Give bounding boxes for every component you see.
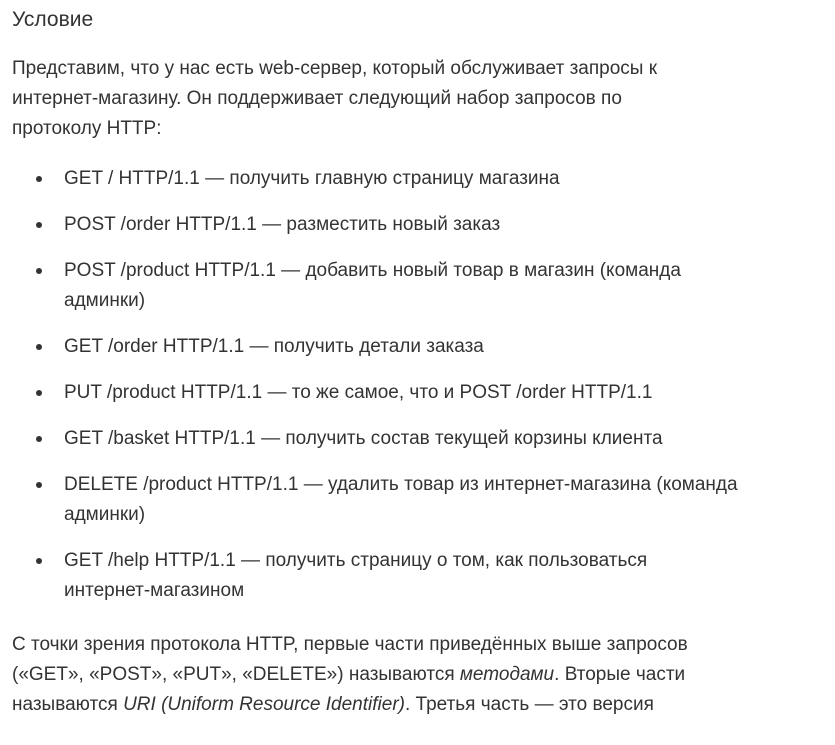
outro-text: называются [12,694,124,715]
list-item-text: админки) [64,504,146,525]
intro-line: протоколу HTTP: [12,118,162,139]
term-methods: методами [459,664,555,685]
list-item-text: GET /help HTTP/1.1 — получить страницу о… [64,550,648,571]
bullet-icon [36,390,42,396]
bullet-icon [36,558,42,564]
list-item-text: POST /product HTTP/1.1 — добавить новый … [64,260,681,281]
bullet-icon [36,176,42,182]
list-item-text: POST /order HTTP/1.1 — разместить новый … [64,214,501,235]
outro-line: («GET», «POST», «PUT», «DELETE») называю… [12,660,835,690]
list-item-delete-product: DELETE /product HTTP/1.1 — удалить товар… [12,470,835,530]
list-item-text: DELETE /product HTTP/1.1 — удалить товар… [64,474,738,495]
list-item-post-order: POST /order HTTP/1.1 — разместить новый … [12,210,835,240]
list-item-get-basket: GET /basket HTTP/1.1 — получить состав т… [12,424,835,454]
list-item-get-help: GET /help HTTP/1.1 — получить страницу о… [12,546,835,606]
section-heading: Условие [12,8,94,31]
bullet-icon [36,482,42,488]
list-item-text: PUT /product HTTP/1.1 — то же самое, что… [64,382,653,403]
list-item-get-root: GET / HTTP/1.1 — получить главную страни… [12,164,835,194]
bullet-icon [36,344,42,350]
bullet-icon [36,268,42,274]
list-item-text: GET /basket HTTP/1.1 — получить состав т… [64,428,663,449]
outro-line: С точки зрения протокола HTTP, первые ча… [12,634,688,655]
outro-line: называются URI (Uniform Resource Identif… [12,690,835,720]
term-uri: URI (Uniform Resource Identifier) [123,694,405,715]
outro-paragraph: С точки зрения протокола HTTP, первые ча… [12,630,835,720]
list-item-text: админки) [64,290,146,311]
list-item-text: GET /order HTTP/1.1 — получить детали за… [64,336,484,357]
request-list: GET / HTTP/1.1 — получить главную страни… [12,164,835,606]
intro-line: интернет-магазину. Он поддерживает следу… [12,88,622,109]
outro-text: . Третья часть — это версия [404,694,654,715]
intro-line: Представим, что у нас есть web-сервер, к… [12,58,658,79]
bullet-icon [36,436,42,442]
outro-text: . Вторые части [554,664,686,685]
outro-text: («GET», «POST», «PUT», «DELETE») называю… [12,664,460,685]
list-item-put-product: PUT /product HTTP/1.1 — то же самое, что… [12,378,835,408]
intro-paragraph: Представим, что у нас есть web-сервер, к… [12,54,835,144]
list-item-post-product: POST /product HTTP/1.1 — добавить новый … [12,256,835,316]
bullet-icon [36,222,42,228]
list-item-text: GET / HTTP/1.1 — получить главную страни… [64,168,560,189]
list-item-get-order: GET /order HTTP/1.1 — получить детали за… [12,332,835,362]
document-page: Условие Представим, что у нас есть web-с… [0,0,835,745]
list-item-text: интернет-магазином [64,580,245,601]
